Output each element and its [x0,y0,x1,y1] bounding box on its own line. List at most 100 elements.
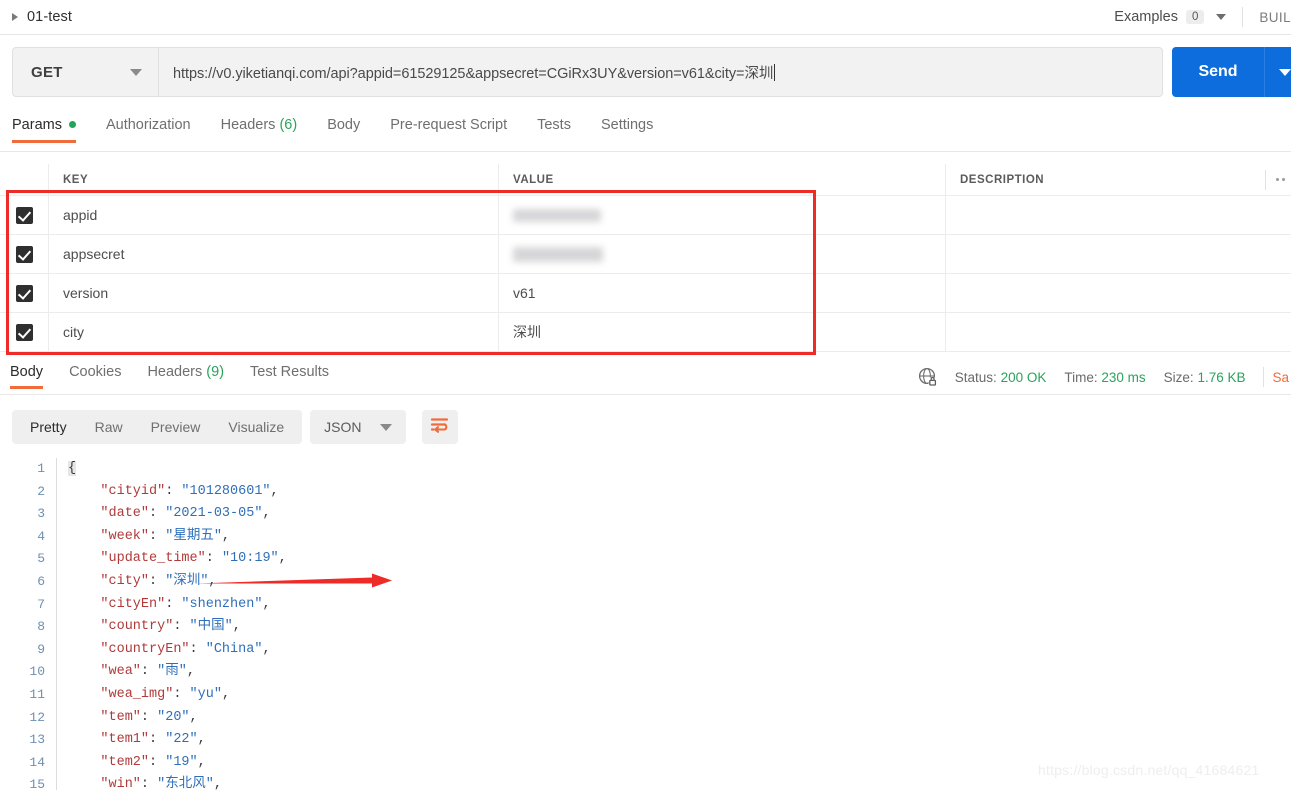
tab-response-body-label: Body [10,364,44,380]
checkbox-checked-icon[interactable] [15,245,33,263]
url-input[interactable]: https://v0.yiketianqi.com/api?appid=6152… [158,47,1163,97]
json-line: "countryEn": "China", [100,641,271,657]
status-label: Status: [954,369,997,385]
request-tabs-border [0,151,1291,152]
examples-dropdown-icon[interactable] [1216,14,1227,20]
header-divider [1265,169,1266,190]
tab-response-headers-count: (9) [206,364,225,380]
tab-authorization-label: Authorization [105,117,191,133]
tab-headers[interactable]: Headers (6) [221,113,298,143]
row-checkbox-cell[interactable] [0,196,48,235]
save-response-button[interactable]: Sa [1272,370,1289,385]
header-bottom-border [0,34,1291,35]
request-title-group[interactable]: 01-test [0,9,72,25]
size-value: 1.76 KB [1197,369,1246,385]
json-line: "wea": "雨", [100,664,195,680]
line-number-gutter: 1 2 3 4 5 6 7 8 9 10 11 12 13 14 15 [0,458,57,790]
json-line: "country": "中国", [100,619,241,635]
json-line: "tem1": "22", [100,732,206,748]
tab-settings[interactable]: Settings [601,113,653,143]
checkbox-checked-icon[interactable] [15,323,33,341]
json-line: { [68,461,77,476]
params-table-header-row: KEY VALUE DESCRIPTION [0,164,1291,195]
row-checkbox-cell[interactable] [0,313,48,352]
send-button[interactable]: Send [1172,47,1264,97]
chevron-down-icon[interactable] [130,68,142,76]
meta-divider [1263,367,1265,387]
params-table: KEY VALUE DESCRIPTION [0,164,1291,195]
header-cell-value: VALUE [498,164,945,195]
http-method-selector[interactable]: GET [12,47,158,97]
row-key-cell[interactable]: version [48,273,498,313]
tab-headers-label: Headers [220,117,276,133]
time-label: Time: [1064,369,1098,385]
line-number: 13 [29,732,45,748]
row-key-cell[interactable]: city [48,312,498,352]
text-cursor [774,63,776,81]
tab-tests-label: Tests [537,117,571,133]
json-line: "cityEn": "shenzhen", [100,596,271,612]
param-key: city [63,324,84,340]
send-options-button[interactable] [1264,47,1291,97]
size-label: Size: [1163,369,1194,385]
body-format-selector[interactable]: JSON [310,410,406,444]
annotation-arrow [196,571,392,593]
checkbox-checked-icon[interactable] [15,284,33,302]
line-number: 15 [29,777,45,790]
response-json-viewer[interactable]: 1 2 3 4 5 6 7 8 9 10 11 12 13 14 15 { "c… [0,458,1291,790]
row-value-cell[interactable]: v61 [498,273,945,313]
tab-pre-request-script[interactable]: Pre-request Script [390,113,507,143]
view-preview-button[interactable]: Preview [137,410,215,444]
tab-response-body[interactable]: Body [10,362,44,389]
header-divider [1242,7,1244,27]
line-number: 10 [29,664,45,680]
request-title: 01-test [27,9,73,25]
row-key-cell[interactable]: appid [48,195,498,235]
row-value-cell[interactable] [498,234,945,274]
row-value-cell[interactable] [498,195,945,235]
tab-authorization[interactable]: Authorization [106,113,191,143]
tab-body-label: Body [327,117,361,133]
row-checkbox-cell[interactable] [0,274,48,313]
table-row[interactable]: appsecret [0,234,1291,274]
tab-body[interactable]: Body [327,113,360,143]
status-value: 200 OK [1000,369,1047,385]
row-description-cell[interactable] [945,195,1291,235]
row-description-cell[interactable] [945,234,1291,274]
tab-response-headers[interactable]: Headers (9) [147,362,224,389]
tab-response-cookies[interactable]: Cookies [69,362,121,389]
tab-test-results[interactable]: Test Results [250,362,329,389]
checkbox-checked-icon[interactable] [15,206,33,224]
response-body-toolbar: Pretty Raw Preview Visualize JSON [12,410,458,444]
masked-value [513,246,603,262]
table-row[interactable]: version v61 [0,273,1291,313]
table-row[interactable]: city 深圳 [0,312,1291,352]
row-description-cell[interactable] [945,312,1291,352]
row-value-cell[interactable]: 深圳 [498,312,945,352]
params-table-body: appid appsecret version v61 city 深圳 [0,195,1291,352]
tab-tests[interactable]: Tests [537,113,571,143]
line-number: 11 [29,686,45,702]
row-key-cell[interactable]: appsecret [48,234,498,274]
tab-response-cookies-label: Cookies [69,364,122,380]
table-row[interactable]: appid [0,195,1291,235]
size-indicator: Size: 1.76 KB [1164,370,1246,385]
row-description-cell[interactable] [945,273,1291,313]
row-checkbox-cell[interactable] [0,235,48,274]
json-line: "week": "星期五", [100,528,231,544]
bulk-edit-more-icon[interactable] [1276,178,1285,181]
view-raw-button[interactable]: Raw [81,410,137,444]
tab-params[interactable]: Params [12,113,76,143]
build-button-label[interactable]: BUIL [1259,10,1291,25]
chevron-down-icon[interactable] [379,423,392,431]
http-method-value: GET [31,63,63,81]
line-number: 2 [37,483,45,499]
header-cell-key: KEY [48,164,498,195]
word-wrap-button[interactable] [421,410,458,444]
url-text: https://v0.yiketianqi.com/api?appid=6152… [173,65,774,82]
view-visualize-button[interactable]: Visualize [214,410,298,444]
view-pretty-button[interactable]: Pretty [16,410,81,444]
request-header-bar: 01-test Examples 0 BUIL [0,0,1291,34]
chevron-right-icon[interactable] [12,13,18,21]
time-value: 230 ms [1101,369,1146,385]
